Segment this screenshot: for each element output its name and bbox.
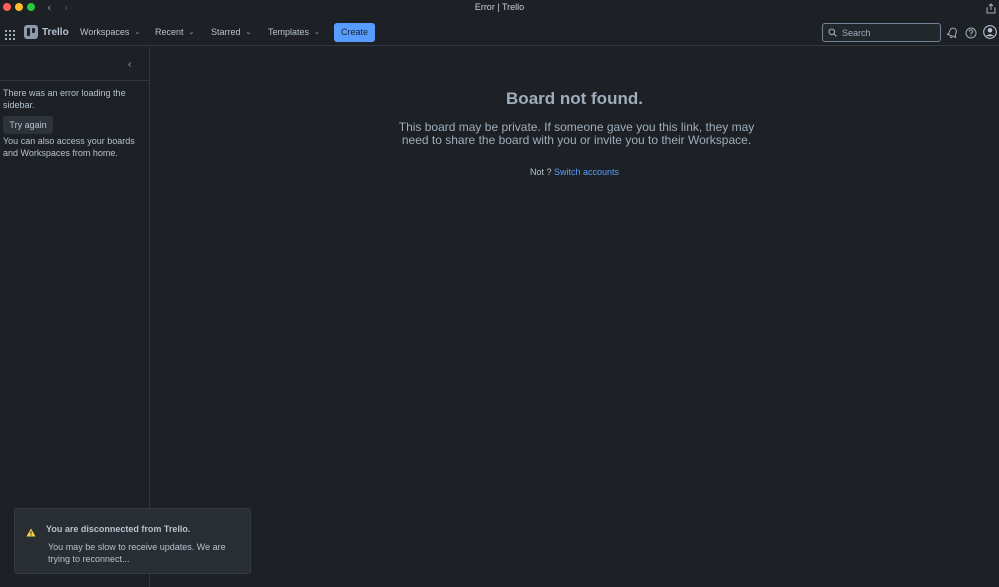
recent-menu[interactable]: Recent ⌄ [155, 27, 194, 37]
logo-text: Trello [42, 26, 69, 38]
try-again-button[interactable]: Try again [3, 116, 53, 134]
workspaces-menu-label: Workspaces [80, 27, 130, 37]
templates-menu-label: Templates [268, 27, 310, 37]
notifications-bell-icon[interactable] [946, 26, 958, 44]
starred-menu-label: Starred [211, 27, 241, 37]
help-icon[interactable] [965, 26, 977, 44]
collapse-sidebar-icon[interactable]: ‹ [128, 59, 131, 70]
page-title: Board not found. [506, 89, 643, 108]
search-box[interactable] [822, 23, 941, 42]
window-titlebar: ‹ › Error | Trello [0, 0, 999, 15]
sidebar: ‹ There was an error loading the sidebar… [0, 47, 150, 587]
chevron-down-icon: ⌄ [188, 29, 195, 36]
chevron-down-icon: ⌄ [245, 29, 252, 36]
trello-logo[interactable]: Trello [24, 25, 69, 39]
disconnected-toast: You are disconnected from Trello. You ma… [14, 508, 251, 574]
templates-menu[interactable]: Templates ⌄ [268, 27, 320, 37]
search-icon [828, 24, 837, 42]
starred-menu[interactable]: Starred ⌄ [211, 27, 251, 37]
chevron-down-icon: ⌄ [314, 29, 320, 36]
trello-logo-icon [24, 25, 38, 39]
search-input[interactable] [842, 27, 932, 38]
window-title: Error | Trello [474, 2, 525, 12]
not-user-text: Not ? [529, 167, 552, 177]
sidebar-error-text: There was an error loading the sidebar. [3, 88, 126, 110]
recent-menu-label: Recent [155, 27, 184, 37]
user-avatar-icon [983, 25, 997, 39]
switch-accounts-link[interactable]: Switch accounts [554, 167, 619, 177]
switch-accounts-line: Not ? Switch accounts [150, 167, 999, 177]
share-icon[interactable] [986, 1, 996, 19]
board-not-found-description: This board may be private. If someone ga… [398, 120, 755, 147]
app-switcher-icon[interactable] [5, 27, 15, 45]
top-navigation: Trello Workspaces ⌄ Recent ⌄ Starred ⌄ T… [0, 18, 999, 46]
sidebar-hint-text: You can also access your boards and Work… [3, 136, 135, 158]
sidebar-divider [0, 80, 149, 81]
account-avatar[interactable] [983, 25, 997, 44]
warning-icon [26, 524, 36, 542]
create-button[interactable]: Create [334, 23, 375, 42]
toast-title: You are disconnected from Trello. [46, 524, 191, 534]
workspaces-menu[interactable]: Workspaces ⌄ [80, 27, 140, 37]
chevron-down-icon: ⌄ [134, 29, 141, 36]
toast-body: You may be slow to receive updates. We a… [48, 542, 226, 564]
